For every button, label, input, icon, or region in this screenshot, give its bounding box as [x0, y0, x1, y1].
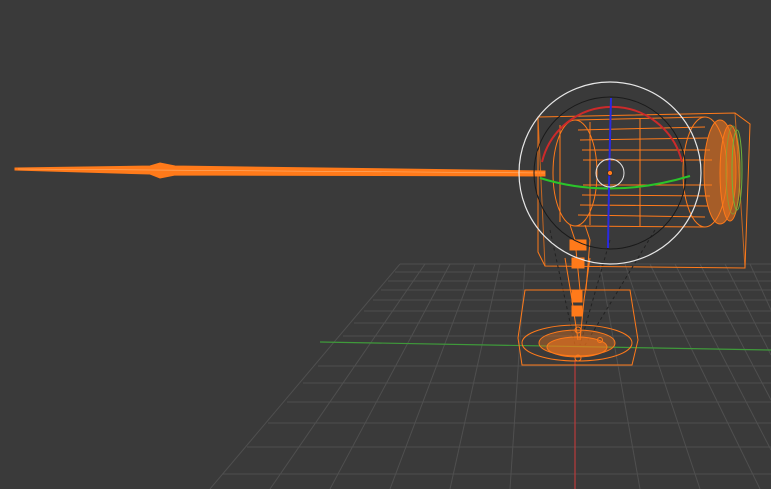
scene-canvas[interactable]: [0, 0, 771, 489]
object-origin-dot: [607, 170, 613, 176]
floor-grid: [209, 263, 771, 489]
gizmo-y-ring[interactable]: [539, 175, 691, 190]
lamp-base-wireframe: [517, 289, 639, 366]
spotlight-lamp-model[interactable]: [14, 112, 751, 366]
rotate-gizmo[interactable]: [518, 81, 702, 265]
lamp-lens-wireframe: [703, 119, 743, 225]
light-beam-wireframe: [14, 162, 546, 179]
3d-viewport[interactable]: [0, 0, 771, 489]
